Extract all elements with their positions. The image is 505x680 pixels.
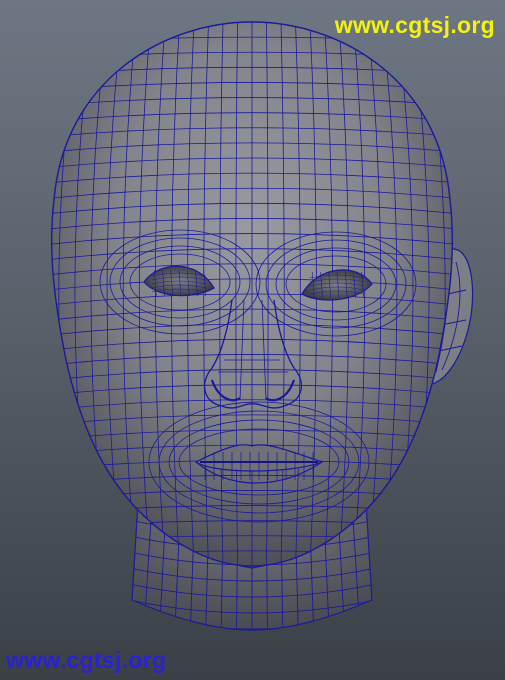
render-viewport: www.cgtsj.org www.cgtsj.org (0, 0, 505, 680)
watermark-bottom-left: www.cgtsj.org (6, 647, 167, 673)
head-wireframe-render (50, 21, 474, 631)
watermark-top-right: www.cgtsj.org (334, 12, 495, 38)
